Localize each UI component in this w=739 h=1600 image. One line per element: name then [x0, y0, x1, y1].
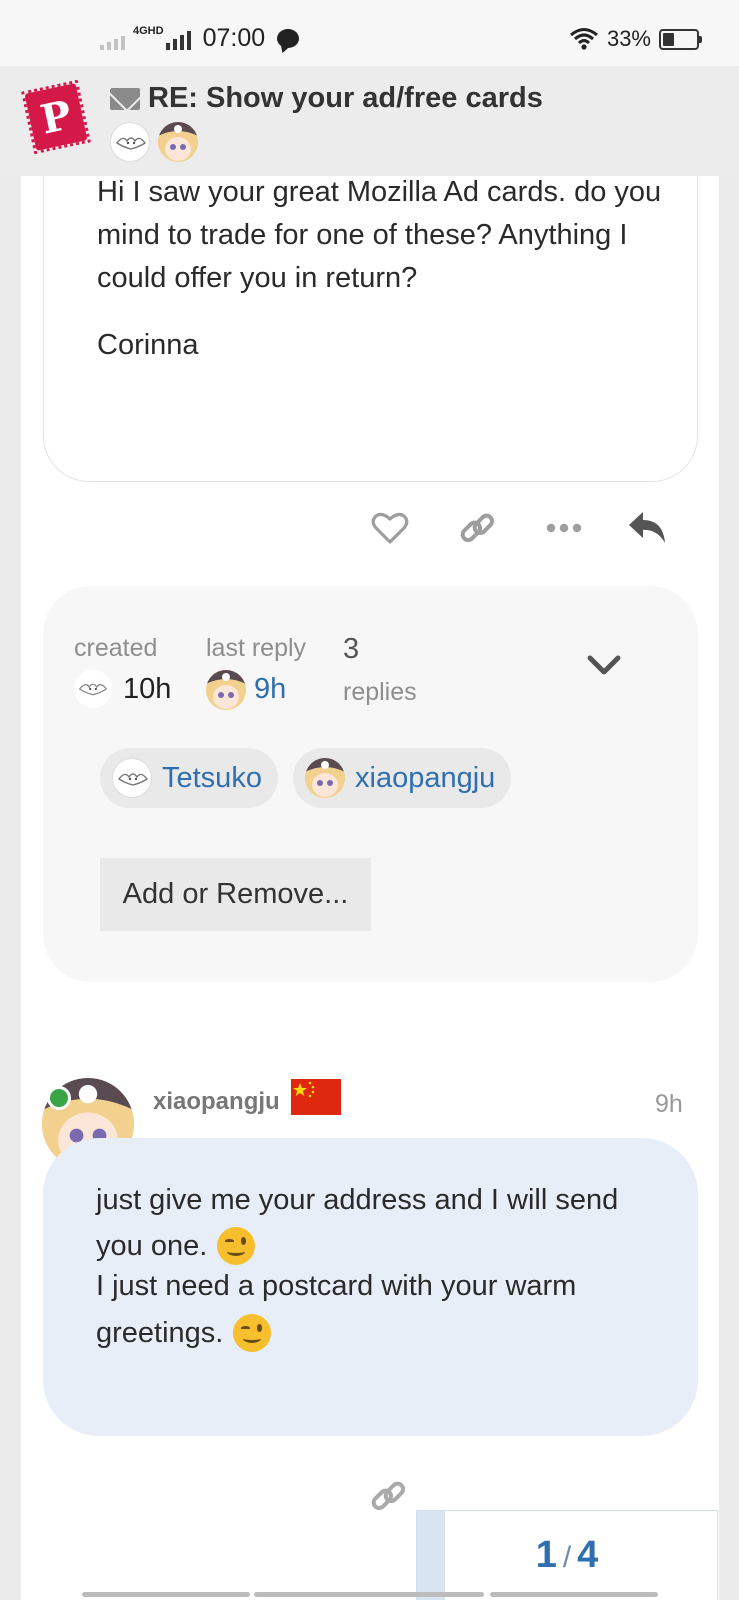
battery-icon	[659, 28, 702, 50]
nav-bar-segment	[82, 1592, 250, 1597]
battery-fill	[663, 32, 674, 46]
network-type: 4GHD	[133, 24, 164, 37]
link-icon	[371, 1481, 406, 1511]
topic-progress[interactable]: 1/4	[416, 1510, 718, 1600]
topic-title-text: RE: Show your ad/free cards	[148, 82, 543, 114]
post-date[interactable]: 9h	[655, 1090, 683, 1119]
china-flag-icon	[291, 1079, 341, 1115]
add-or-remove-button[interactable]: Add or Remove...	[100, 858, 371, 931]
status-left: 4GHD 07:00	[100, 24, 300, 53]
more-actions-button[interactable]	[542, 506, 586, 550]
copy-link-button[interactable]	[366, 1474, 410, 1518]
message-notification-icon	[277, 29, 300, 48]
online-indicator	[47, 1086, 71, 1110]
reply-line: greetings.	[96, 1314, 272, 1352]
progress-current: 1	[535, 1534, 557, 1576]
last-reply-value[interactable]: 9h	[254, 673, 286, 706]
status-bar: 4GHD 07:00 33%	[0, 0, 739, 66]
topic-title[interactable]: RE: Show your ad/free cards	[110, 82, 543, 115]
more-icon	[546, 523, 582, 533]
bat-avatar	[112, 758, 152, 798]
nav-bar-segment	[490, 1592, 658, 1597]
first-post: Hi I saw your great Mozilla Ad cards. do…	[43, 176, 698, 482]
link-icon	[460, 513, 495, 543]
created-label: created	[74, 634, 158, 662]
replies-count: 3	[343, 633, 360, 665]
participant-name: xiaopangju	[355, 761, 496, 794]
reply-line: just give me your address and I will sen…	[96, 1184, 618, 1217]
reply-button[interactable]	[625, 506, 669, 550]
status-right: 33%	[569, 26, 702, 52]
like-button[interactable]	[368, 506, 412, 550]
clock: 07:00	[202, 24, 266, 52]
progress-text: 1/4	[536, 1534, 599, 1577]
battery-percent: 33%	[606, 26, 651, 51]
reply-text: I just need a postcard with your warm	[96, 1270, 577, 1302]
reply-line: you one.	[96, 1227, 256, 1265]
girl-avatar[interactable]	[158, 122, 198, 162]
post-body: Hi I saw your great Mozilla Ad cards. do…	[97, 176, 662, 294]
reply-post-body: just give me your address and I will sen…	[43, 1138, 698, 1436]
expand-topic-map-button[interactable]	[576, 646, 632, 686]
signal-icon	[165, 28, 191, 50]
progress-total: 4	[577, 1534, 599, 1576]
reply-text: greetings.	[96, 1316, 224, 1349]
chevron-down-icon	[587, 655, 621, 675]
participant-name: Tetsuko	[162, 761, 262, 794]
participant-chip-xiaopangju[interactable]: xiaopangju	[293, 748, 512, 808]
wifi-icon	[569, 28, 598, 50]
replies-label: replies	[343, 678, 417, 706]
nav-bar-segment	[254, 1592, 484, 1597]
girl-avatar	[305, 758, 345, 798]
site-logo[interactable]: P	[24, 83, 88, 151]
bat-avatar[interactable]	[74, 670, 112, 708]
topic-map: created 10h last reply 9h 3 replies Tets…	[43, 586, 698, 982]
topic-stream[interactable]: Hi I saw your great Mozilla Ad cards. do…	[21, 176, 719, 1600]
progress-separator: /	[562, 1541, 572, 1574]
reply-text: you one.	[96, 1229, 208, 1262]
copy-link-button[interactable]	[455, 506, 499, 550]
progress-fill	[417, 1511, 445, 1600]
envelope-icon	[110, 87, 140, 110]
signal-weak-icon	[100, 28, 125, 50]
participant-avatars	[110, 122, 198, 162]
username[interactable]: xiaopangju	[153, 1088, 280, 1116]
reply-text: just give me your address and I will sen…	[96, 1184, 619, 1216]
heart-icon	[371, 512, 409, 544]
created-value[interactable]: 10h	[123, 673, 171, 706]
post-signature: Corinna	[97, 329, 199, 361]
reply-line: I just need a postcard with your warm	[96, 1270, 576, 1303]
bat-avatar[interactable]	[110, 122, 150, 162]
last-reply-label: last reply	[206, 634, 307, 662]
wink-emoji-icon	[233, 1314, 272, 1352]
participant-chip-tetsuko[interactable]: Tetsuko	[100, 748, 278, 808]
wink-emoji-icon	[217, 1227, 256, 1265]
reply-icon	[629, 512, 665, 543]
girl-avatar[interactable]	[206, 670, 246, 710]
topic-header: P RE: Show your ad/free cards	[0, 66, 739, 176]
